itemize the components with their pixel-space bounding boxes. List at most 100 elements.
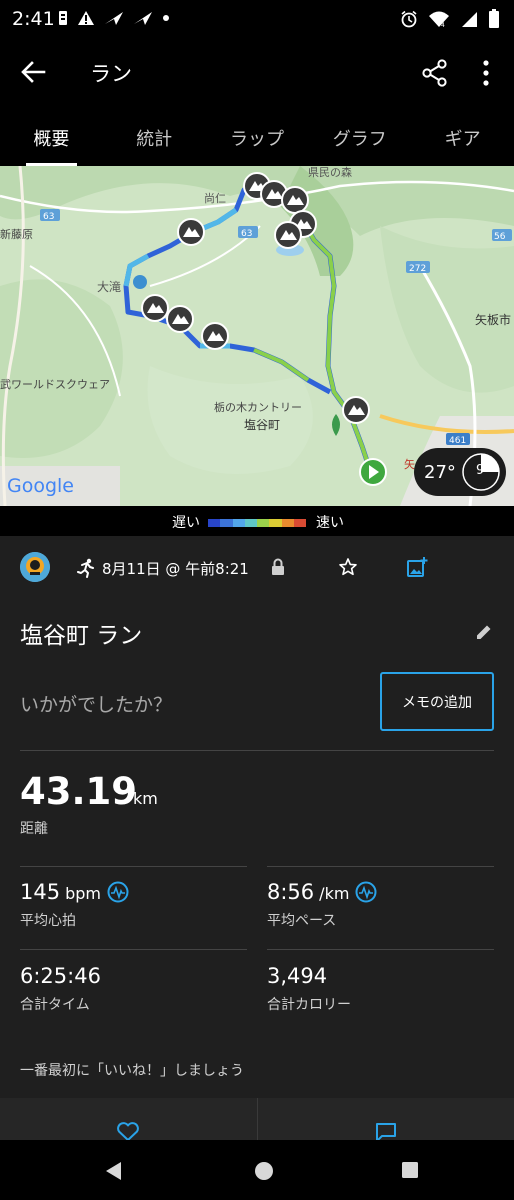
status-time: 2:41: [12, 8, 55, 30]
pulse-chart-icon: [355, 881, 377, 903]
arrow-back-icon[interactable]: [18, 58, 50, 86]
nav-recents-icon[interactable]: [401, 1161, 419, 1179]
running-icon: [77, 558, 94, 578]
pace-swatch: [257, 519, 270, 527]
svg-text:4: 4: [441, 22, 445, 28]
system-nav-bar: [0, 1140, 514, 1200]
heart-icon[interactable]: [116, 1122, 140, 1142]
tab-stats[interactable]: 統計: [103, 104, 206, 166]
divider: [267, 866, 494, 867]
lock-icon[interactable]: [270, 558, 286, 576]
pace-swatch: [269, 519, 282, 527]
route-map[interactable]: 63 63 272 56 461 尚仁 県民の森 大滝 武ワールドスクウェア 栃…: [0, 166, 514, 506]
google-logo: Google: [7, 475, 74, 497]
road-shield-63b: 63: [241, 229, 252, 239]
total-time-value: 6:25:46: [20, 964, 101, 988]
pace-swatch: [220, 519, 233, 527]
summit-marker-icon[interactable]: [177, 218, 205, 246]
alarm-icon: [401, 10, 417, 28]
activity-title: 塩谷町 ラン: [20, 623, 143, 649]
edit-pencil-icon[interactable]: [474, 622, 494, 642]
divider: [267, 949, 494, 950]
signal-icon: [462, 12, 477, 27]
distance-unit: km: [133, 789, 158, 808]
alert-icon: [78, 11, 94, 25]
activity-summary: 8月11日 @ 午前8:21 塩谷町 ラン いかがでしたか？ メモの追加 43.…: [0, 536, 514, 1142]
page-title: ラン: [90, 62, 132, 86]
summit-marker-icon[interactable]: [201, 322, 229, 350]
tab-gear[interactable]: ギア: [411, 104, 514, 166]
nav-home-icon[interactable]: [254, 1161, 274, 1181]
map-label-place5: 栃の木カントリー: [214, 400, 302, 414]
social-action-row: [0, 1098, 514, 1142]
how-was-it-prompt: いかがでしたか？: [20, 694, 173, 716]
nav-back-icon[interactable]: [103, 1160, 123, 1182]
activity-date: 8月11日 @ 午前8:21: [102, 560, 249, 578]
divider: [257, 1098, 258, 1140]
avg-pace-unit: /km: [319, 884, 350, 903]
avg-pace-value: 8:56: [267, 880, 315, 904]
map-label-place7: 矢板市: [475, 312, 511, 327]
avg-hr-stat[interactable]: 145 bpm 平均心拍: [20, 880, 129, 930]
pace-swatch: [244, 519, 257, 527]
pace-fast-label: 速い: [316, 515, 344, 531]
map-label-place9: 矢: [404, 457, 415, 471]
battery-icon: [489, 9, 499, 28]
map-canvas: 63 63 272 56 461 尚仁 県民の森 大滝 武ワールドスクウェア 栃…: [0, 166, 514, 506]
map-label-place1: 尚仁: [204, 191, 226, 205]
avatar[interactable]: [20, 552, 50, 582]
map-label-place2: 県民の森: [308, 166, 352, 179]
road-shield-272: 272: [409, 264, 426, 274]
pulse-chart-icon: [107, 881, 129, 903]
more-vert-icon[interactable]: [472, 58, 500, 88]
tab-bar: 概要 統計 ラップ グラフ ギア: [0, 104, 514, 166]
pace-swatch: [281, 519, 294, 527]
total-calories-stat: 3,494 合計カロリー: [267, 964, 351, 1014]
total-calories-value: 3,494: [267, 964, 328, 988]
road-shield-63a: 63: [43, 212, 54, 222]
add-photo-icon[interactable]: [406, 556, 428, 578]
dot-icon: [163, 15, 169, 21]
summit-marker-icon[interactable]: [281, 186, 309, 214]
wifi-icon: 4: [429, 11, 449, 28]
avg-hr-value: 145: [20, 880, 61, 904]
total-calories-label: 合計カロリー: [267, 997, 351, 1013]
total-time-label: 合計タイム: [20, 997, 90, 1013]
summit-marker-icon[interactable]: [342, 396, 370, 424]
divider: [20, 750, 494, 751]
avg-hr-unit: bpm: [65, 884, 101, 903]
app-bar: ラン: [0, 40, 514, 104]
divider: [20, 866, 247, 867]
status-bar: 2:41 4: [0, 0, 514, 40]
share-icon[interactable]: [420, 58, 450, 88]
summit-marker-icon[interactable]: [274, 221, 302, 249]
add-memo-button[interactable]: メモの追加: [380, 672, 494, 731]
tab-overview[interactable]: 概要: [0, 104, 103, 166]
avg-pace-stat[interactable]: 8:56/km 平均ペース: [267, 880, 377, 930]
map-label-place8: 新藤原: [0, 227, 33, 241]
tab-graphs[interactable]: グラフ: [308, 104, 411, 166]
road-shield-56: 56: [494, 232, 506, 242]
activity-meta-row: 8月11日 @ 午前8:21: [0, 552, 514, 586]
start-marker-icon[interactable]: [359, 458, 387, 486]
comment-icon[interactable]: [374, 1122, 398, 1142]
map-label-place4: 武ワールドスクウェア: [0, 378, 110, 391]
summit-marker-icon[interactable]: [166, 305, 194, 333]
waterfall-poi-icon: [133, 275, 147, 289]
total-time-stat: 6:25:46 合計タイム: [20, 964, 101, 1014]
pace-swatch: [293, 519, 306, 527]
pace-swatch: [208, 519, 221, 527]
pace-slow-label: 遅い: [172, 515, 200, 531]
avg-pace-label: 平均ペース: [267, 913, 337, 929]
pace-legend: 遅い 速い: [0, 506, 514, 536]
pace-swatch: [232, 519, 245, 527]
star-icon[interactable]: [338, 557, 358, 577]
map-label-place6: 塩谷町: [244, 417, 280, 432]
road-shield-461: 461: [449, 436, 466, 446]
distance-value: 43.19: [20, 770, 138, 813]
pace-color-scale: [208, 519, 306, 527]
sim-icon: [59, 11, 67, 25]
tab-laps[interactable]: ラップ: [206, 104, 309, 166]
summit-marker-icon[interactable]: [141, 294, 169, 322]
divider: [20, 949, 247, 950]
